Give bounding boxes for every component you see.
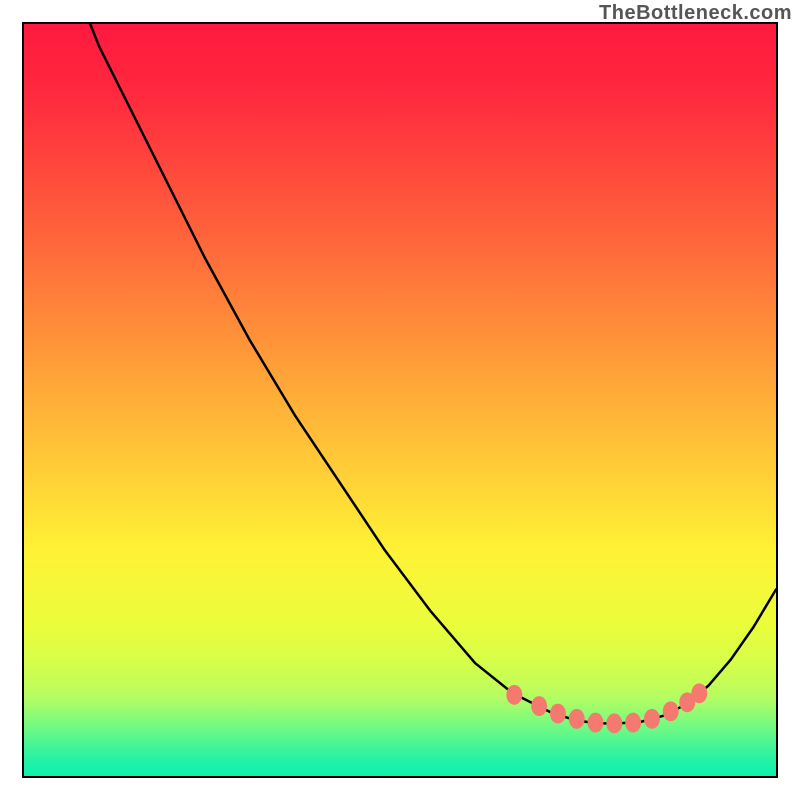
curve-marker — [606, 713, 622, 733]
curve-markers — [506, 683, 707, 733]
bottleneck-curve — [90, 24, 776, 723]
curve-marker — [569, 709, 585, 729]
curve-marker — [663, 701, 679, 721]
watermark-text: TheBottleneck.com — [599, 2, 792, 25]
chart-overlay — [24, 24, 776, 776]
plot-area — [22, 22, 778, 778]
curve-marker — [691, 683, 707, 703]
curve-marker — [506, 685, 522, 705]
curve-marker — [644, 709, 660, 729]
curve-marker — [588, 713, 604, 733]
curve-marker — [625, 713, 641, 733]
curve-marker — [550, 704, 566, 724]
curve-marker — [531, 696, 547, 716]
